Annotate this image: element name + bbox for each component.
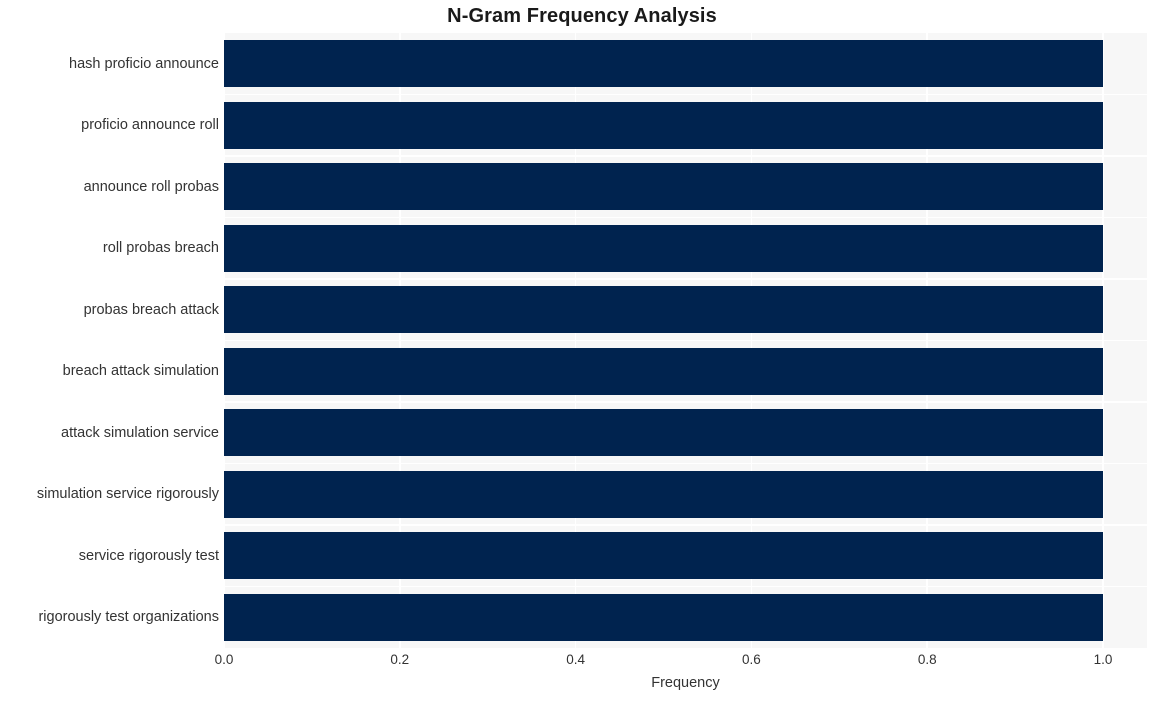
- y-axis-tick-label: probas breach attack: [83, 301, 219, 318]
- y-axis-tick-labels: hash proficio announce proficio announce …: [0, 33, 219, 648]
- x-axis-tick-label: 0.2: [390, 652, 410, 667]
- bar[interactable]: [224, 470, 1104, 518]
- chart-figure: N-Gram Frequency Analysis hash proficio …: [0, 0, 1164, 701]
- chart-title: N-Gram Frequency Analysis: [447, 5, 717, 27]
- y-axis-tick-label: attack simulation service: [61, 424, 219, 441]
- x-axis-title: Frequency: [651, 675, 720, 691]
- y-axis-tick-label: breach attack simulation: [62, 363, 219, 380]
- y-axis-tick-label: announce roll probas: [83, 178, 219, 195]
- bar[interactable]: [224, 40, 1104, 88]
- bar[interactable]: [224, 593, 1104, 641]
- bar[interactable]: [224, 101, 1104, 149]
- bar[interactable]: [224, 347, 1104, 395]
- y-axis-tick-label: proficio announce roll: [81, 117, 219, 134]
- y-axis-tick-label: rigorously test organizations: [38, 609, 219, 626]
- bar[interactable]: [224, 224, 1104, 272]
- x-axis-tick-label: 1.0: [1093, 652, 1113, 667]
- x-axis-tick-label: 0.8: [917, 652, 937, 667]
- bar[interactable]: [224, 532, 1104, 580]
- x-axis-tick-label: 0.6: [742, 652, 761, 667]
- x-axis-tick-labels: 0.0 0.2 0.4 0.6 0.8 1.0: [0, 652, 1164, 672]
- x-axis-tick-label: 0.4: [566, 652, 585, 667]
- bar[interactable]: [224, 163, 1104, 211]
- y-axis-tick-label: simulation service rigorously: [36, 486, 219, 503]
- bar[interactable]: [224, 409, 1104, 457]
- y-axis-tick-label: hash proficio announce: [69, 55, 219, 72]
- y-axis-tick-label: service rigorously test: [78, 547, 219, 564]
- bar[interactable]: [224, 286, 1104, 334]
- plot-area: [224, 33, 1147, 648]
- bar-series: [224, 33, 1147, 648]
- y-axis-tick-label: roll probas breach: [102, 240, 219, 257]
- x-axis-tick-label: 0.0: [214, 652, 234, 667]
